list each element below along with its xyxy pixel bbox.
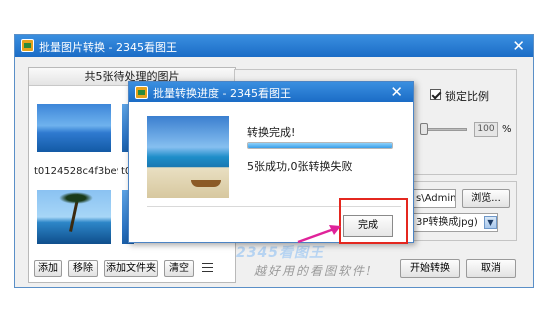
highlight-box — [339, 198, 408, 244]
thumbnail-image[interactable] — [37, 190, 111, 244]
dialog-title: 批量转换进度 - 2345看图王 — [153, 87, 291, 100]
watermark-slogan: 越好用的看图软件! — [254, 264, 373, 278]
main-titlebar[interactable]: 批量图片转换 - 2345看图王 ✕ — [15, 35, 533, 57]
cancel-button[interactable]: 取消 — [466, 259, 516, 278]
list-view-icon[interactable] — [202, 263, 213, 272]
add-button[interactable]: 添加 — [34, 260, 62, 277]
pointer-arrow-icon — [297, 225, 341, 244]
lock-ratio-checkbox[interactable] — [430, 89, 441, 100]
quality-value[interactable]: 100 — [474, 122, 498, 137]
app-image-icon — [21, 39, 34, 52]
conversion-result: 5张成功,0张转换失败 — [247, 160, 353, 173]
close-icon[interactable]: ✕ — [390, 83, 403, 101]
watermark-logo: 2345看图王 — [236, 245, 324, 261]
close-icon[interactable]: ✕ — [512, 37, 525, 55]
clear-button[interactable]: 清空 — [164, 260, 194, 277]
progress-bar-fill — [248, 143, 392, 148]
start-convert-button[interactable]: 开始转换 — [400, 259, 460, 278]
thumbnail-image[interactable] — [37, 104, 111, 152]
remove-button[interactable]: 移除 — [68, 260, 98, 277]
conversion-status: 转换完成! — [247, 126, 296, 139]
boat-shape — [191, 180, 221, 187]
window-title: 批量图片转换 - 2345看图王 — [39, 41, 177, 54]
chevron-down-icon[interactable]: ▼ — [484, 216, 497, 229]
output-path-field[interactable]: s\Admini — [412, 189, 456, 208]
percent-unit: % — [502, 124, 512, 135]
dialog-titlebar[interactable]: 批量转换进度 - 2345看图王 ✕ — [129, 82, 413, 102]
app-image-icon — [135, 86, 148, 99]
quality-slider-handle[interactable] — [420, 123, 428, 135]
quality-slider-track[interactable] — [425, 128, 467, 131]
add-folder-button[interactable]: 添加文件夹 — [104, 260, 158, 277]
thumbnail-filename: t0124528c4f3be9... — [34, 166, 118, 177]
current-image-preview — [147, 116, 229, 198]
browse-button[interactable]: 浏览... — [462, 189, 510, 208]
progress-bar — [247, 142, 393, 149]
lock-ratio-label: 锁定比例 — [445, 90, 489, 103]
